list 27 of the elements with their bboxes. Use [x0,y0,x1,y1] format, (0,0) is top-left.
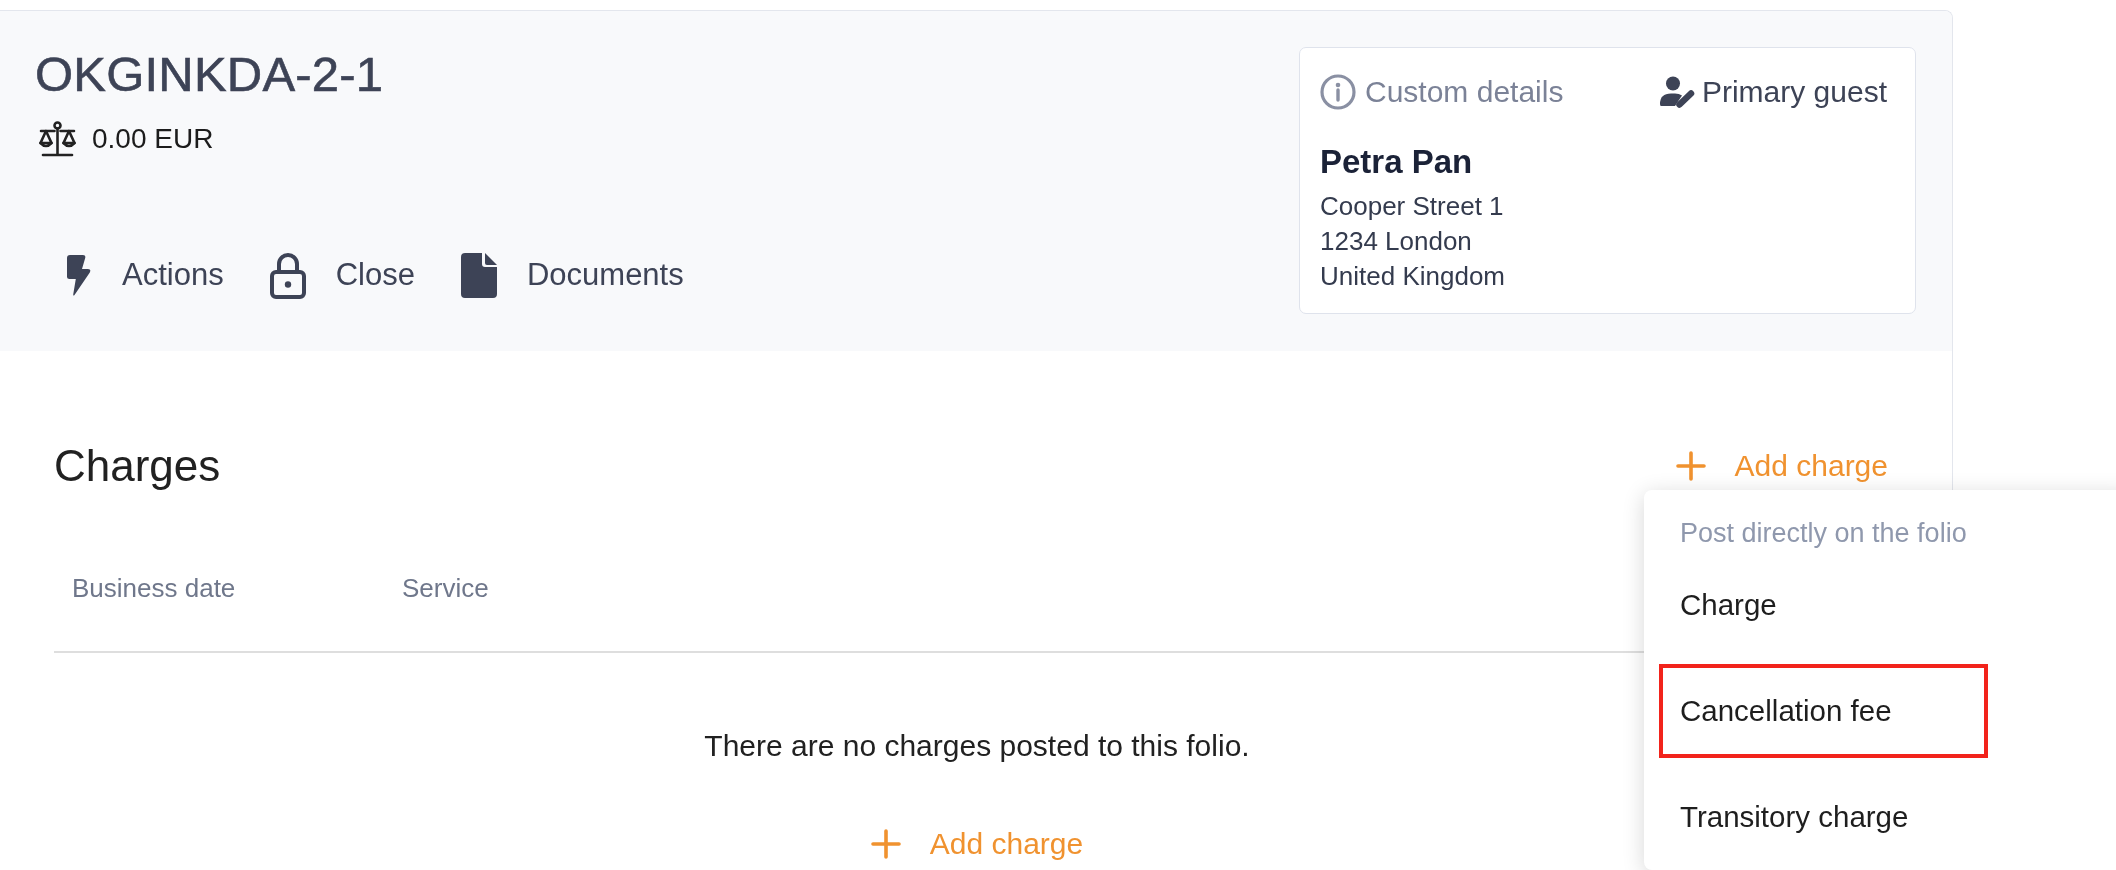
plus-icon [870,829,901,859]
lightning-icon [64,254,92,296]
primary-guest-button[interactable]: Primary guest [1659,75,1887,109]
document-icon [460,252,497,298]
plus-icon [1675,451,1706,481]
menu-item[interactable]: Transitory charge [1644,764,2116,870]
column-header: Business date [72,572,236,604]
user-edit-icon [1659,76,1695,108]
lock-icon [269,251,306,299]
column-header: Service [402,572,489,604]
menu-heading: Post directly on the folio [1679,517,1968,550]
address-line: Cooper Street 1 [1320,190,1504,223]
actions-button[interactable]: Actions [52,251,236,299]
charges-title: Charges [54,440,221,492]
guest-name: Petra Pan [1320,142,1473,182]
menu-item[interactable]: Cancellation fee [1644,658,2116,764]
address-line: United Kingdom [1320,260,1505,293]
info-icon [1320,74,1356,110]
custom-details-button[interactable]: Custom details [1320,74,1564,110]
scale-icon [38,121,77,157]
menu-item[interactable]: Charge [1644,552,2116,658]
documents-button[interactable]: Documents [448,251,696,299]
empty-message: There are no charges posted to this folio. [704,728,1250,764]
address-line: 1234 London [1320,225,1472,258]
balance-amount: 0.00 EUR [92,123,214,155]
close-button[interactable]: Close [257,251,427,299]
folio-title: OKGINKDA-2-1 [35,47,384,101]
